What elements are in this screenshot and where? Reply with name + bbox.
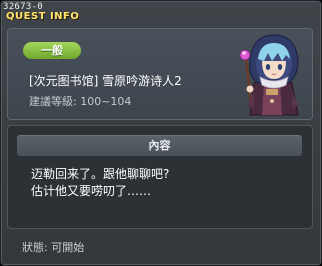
window-title: QUEST INFO bbox=[6, 11, 80, 22]
quest-name: [次元图书馆] 雪原吟游诗人2 bbox=[29, 74, 182, 88]
quest-info-window: 32673-0 QUEST INFO 一般 [次元图书馆] 雪原吟游诗人2 建議… bbox=[0, 0, 322, 266]
recommended-level: 建議等級: 100~104 bbox=[29, 95, 132, 108]
npc-portrait bbox=[239, 34, 299, 116]
content-text: 迈勒回来了。跟他聊聊吧? 估计他又要唠叨了…… bbox=[31, 167, 170, 198]
quest-status: 狀態: 可開始 bbox=[22, 241, 85, 254]
category-badge: 一般 bbox=[23, 42, 81, 59]
content-header: 內容 bbox=[17, 135, 302, 156]
quest-summary-panel: 一般 [次元图书馆] 雪原吟游诗人2 建議等級: 100~104 bbox=[7, 28, 313, 120]
quest-content-panel: 內容 迈勒回来了。跟他聊聊吧? 估计他又要唠叨了…… bbox=[7, 125, 313, 229]
